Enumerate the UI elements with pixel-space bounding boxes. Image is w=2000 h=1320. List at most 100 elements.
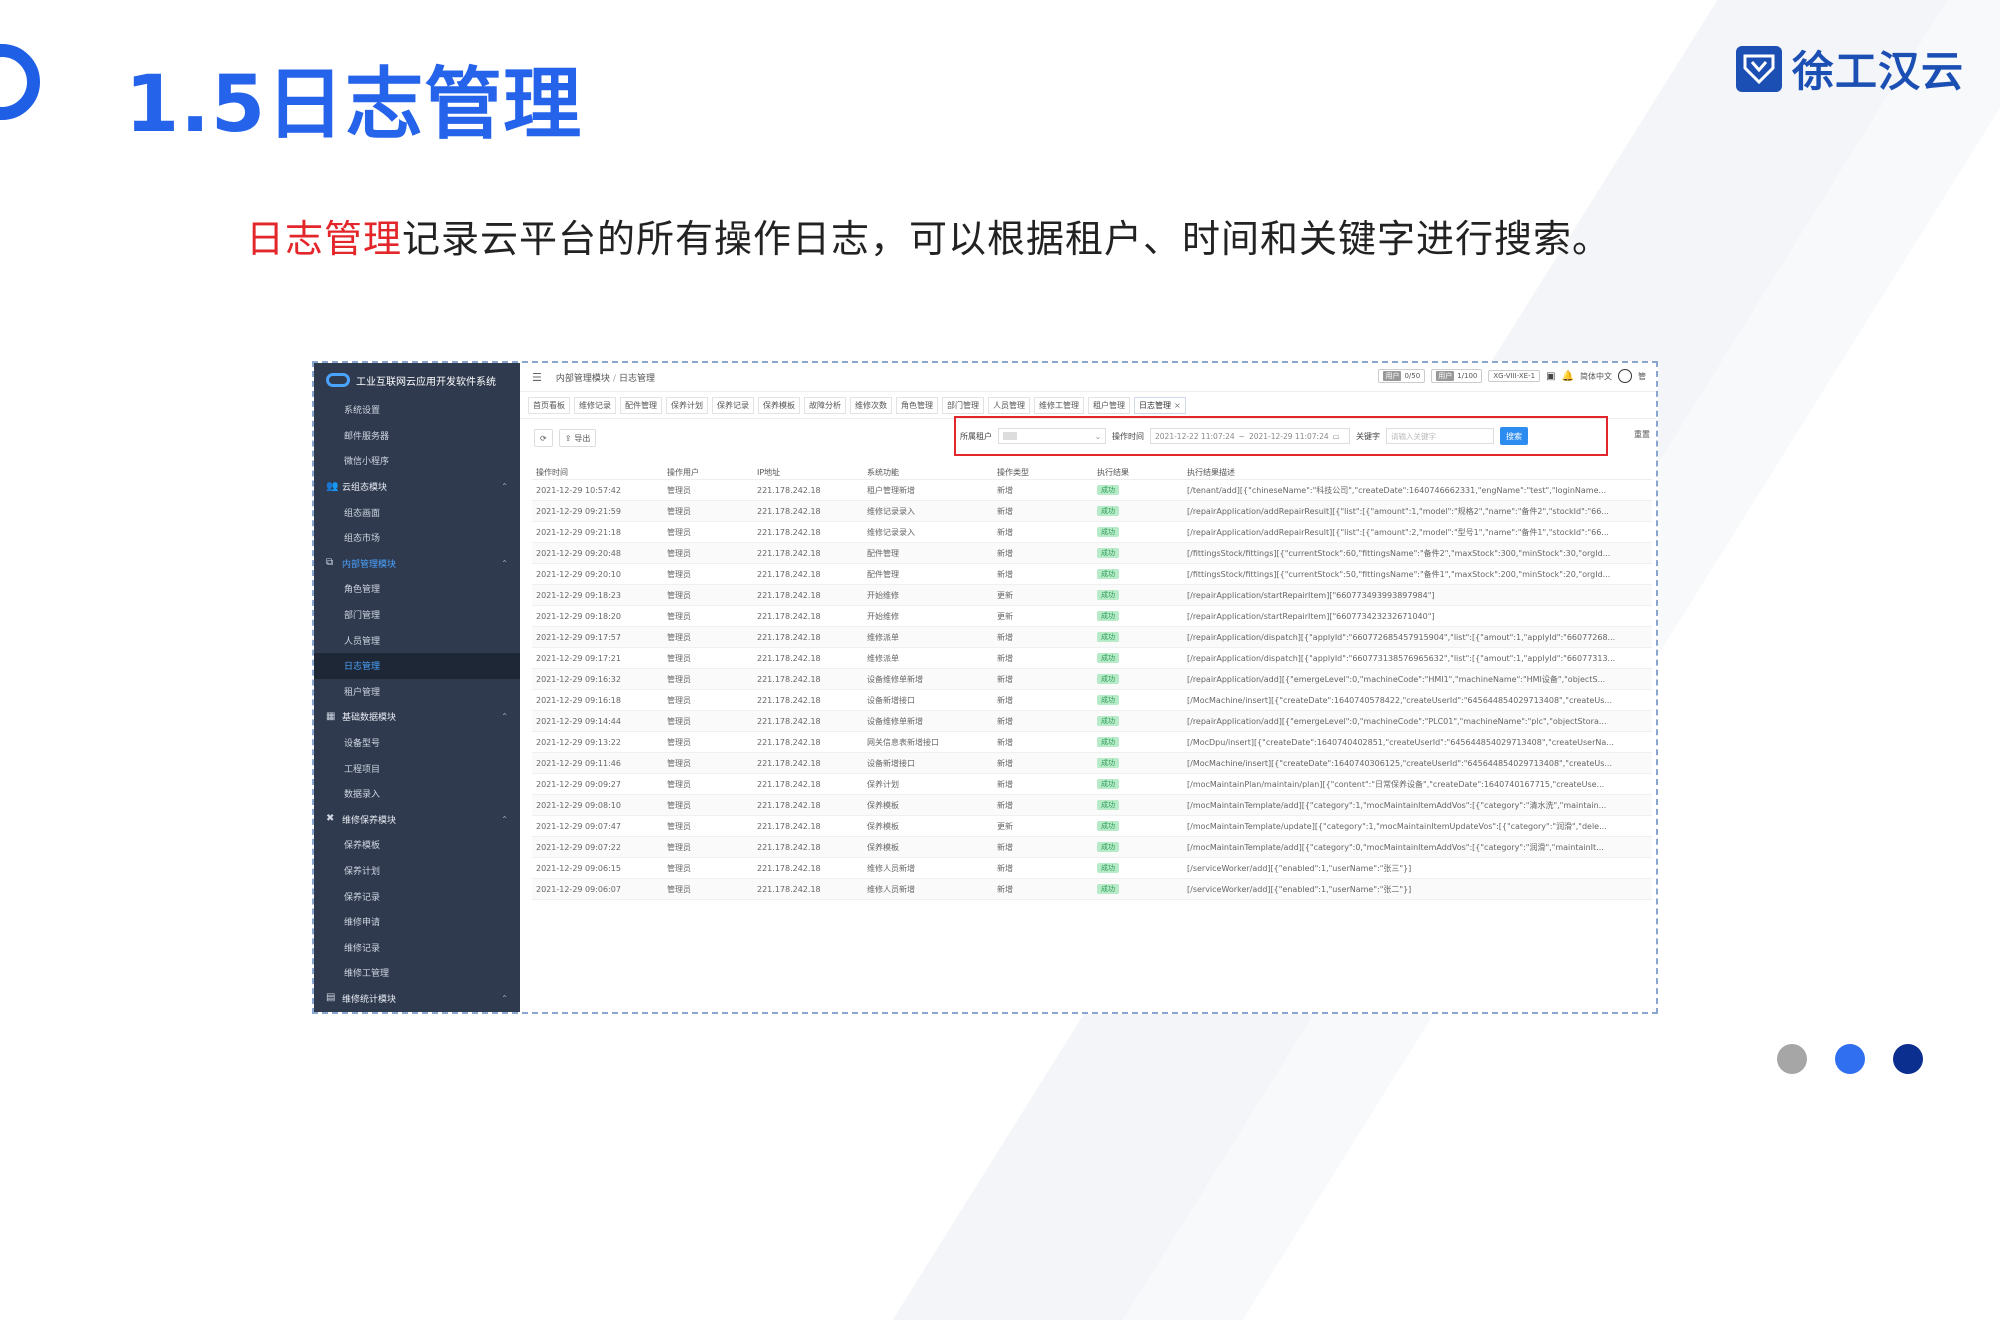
table-cell: 221.178.242.18 bbox=[753, 710, 863, 732]
search-button[interactable]: 搜索 bbox=[1500, 427, 1528, 445]
search-panel: 所属租户 ⌄ 操作时间 2021-12-22 11:07:24 ~2021-12-… bbox=[954, 416, 1608, 456]
table-cell: 2021-12-29 09:21:59 bbox=[532, 500, 663, 522]
table-row[interactable]: 2021-12-29 09:08:10 管理员 221.178.242.18 保养模板… bbox=[532, 794, 1652, 816]
sidebar-item[interactable]: 保养记录 bbox=[314, 883, 520, 909]
sidebar-item[interactable]: 日志管理 bbox=[314, 652, 520, 679]
sidebar-item[interactable]: 数据录入 bbox=[314, 781, 520, 807]
table-row[interactable]: 2021-12-29 09:14:44 管理员 221.178.242.18 设备维修… bbox=[532, 710, 1652, 732]
table-row[interactable]: 2021-12-29 09:13:22 管理员 221.178.242.18 网关信息… bbox=[532, 731, 1652, 753]
table-row[interactable]: 2021-12-29 09:06:07 管理员 221.178.242.18 维修人员… bbox=[532, 878, 1652, 900]
close-icon[interactable]: × bbox=[1174, 401, 1181, 410]
sidebar-item-label: 内部管理模块 bbox=[342, 559, 397, 570]
status-badge: 成功 bbox=[1097, 842, 1119, 852]
table-cell: [/fittingsStock/fittings][{"currentStock… bbox=[1183, 542, 1652, 564]
table-row[interactable]: 2021-12-29 09:07:47 管理员 221.178.242.18 保养模板… bbox=[532, 815, 1652, 837]
tab[interactable]: 日志管理 × bbox=[1134, 396, 1186, 414]
tab[interactable]: 角色管理 bbox=[896, 396, 938, 414]
keyword-input[interactable]: 请输入关键字 bbox=[1386, 428, 1494, 444]
table-row[interactable]: 2021-12-29 09:18:23 管理员 221.178.242.18 开始维修… bbox=[532, 584, 1652, 606]
fullscreen-icon[interactable]: ▣ bbox=[1546, 371, 1555, 382]
device-select[interactable]: XG-VIII-XE-1 bbox=[1488, 370, 1541, 382]
sidebar-item[interactable]: 租户管理 bbox=[314, 679, 520, 705]
calendar-icon: ▭ bbox=[1332, 431, 1340, 441]
tab[interactable]: 保养计划 bbox=[666, 396, 708, 414]
page-dot bbox=[1777, 1044, 1807, 1074]
table-cell: 2021-12-29 09:08:10 bbox=[532, 794, 663, 816]
tab[interactable]: 首页看板 bbox=[528, 396, 570, 414]
sidebar-item[interactable]: 组态画面 bbox=[314, 499, 520, 525]
table-row[interactable]: 2021-12-29 09:16:18 管理员 221.178.242.18 设备新增… bbox=[532, 689, 1652, 711]
sidebar-item[interactable]: 设备型号 bbox=[314, 730, 520, 756]
refresh-button[interactable]: ⟳ bbox=[534, 429, 553, 447]
sidebar-item-label: 云组态模块 bbox=[342, 483, 388, 494]
export-button[interactable]: ⇪ 导出 bbox=[558, 429, 597, 447]
tab[interactable]: 保养记录 bbox=[712, 396, 754, 414]
tab[interactable]: 维修工管理 bbox=[1034, 396, 1084, 414]
table-row[interactable]: 2021-12-29 09:18:20 管理员 221.178.242.18 开始维修… bbox=[532, 605, 1652, 627]
table-cell: 221.178.242.18 bbox=[753, 584, 863, 606]
time-range-picker[interactable]: 2021-12-22 11:07:24 ~2021-12-29 11:07:24 ▭ bbox=[1150, 428, 1350, 444]
table-row[interactable]: 2021-12-29 09:09:27 管理员 221.178.242.18 保养计划… bbox=[532, 773, 1652, 795]
quota-chip: 用户 0/50 bbox=[1378, 369, 1426, 383]
table-cell: 保养模板 bbox=[863, 815, 993, 837]
sidebar-item[interactable]: 保养模板 bbox=[314, 832, 520, 858]
sidebar-item[interactable]: ✖ 维修保养模块 ⌃ bbox=[314, 807, 520, 833]
table-cell: 管理员 bbox=[663, 647, 753, 669]
tab[interactable]: 故障分析 bbox=[804, 396, 846, 414]
language-select[interactable]: 简体中文 bbox=[1580, 371, 1612, 382]
sidebar-item[interactable]: 维修申请 bbox=[314, 909, 520, 935]
tab[interactable]: 配件管理 bbox=[620, 396, 662, 414]
tenant-select[interactable]: ⌄ bbox=[998, 428, 1106, 444]
user-name[interactable]: 管 bbox=[1638, 371, 1646, 382]
topbar-right: 用户 0/50 用户 1/100 XG-VIII-XE-1 ▣ 🔔 简体中文 管 bbox=[1378, 369, 1646, 383]
sidebar-item[interactable]: 微信小程序 bbox=[314, 448, 520, 474]
table-cell: 管理员 bbox=[663, 521, 753, 543]
subtitle-highlight: 日志管理 bbox=[246, 217, 403, 261]
sidebar-item[interactable]: 系统设置 bbox=[314, 397, 520, 423]
tab[interactable]: 人员管理 bbox=[988, 396, 1030, 414]
sidebar-item[interactable]: ▦ 基础数据模块 ⌃ bbox=[314, 704, 520, 730]
bell-icon[interactable]: 🔔 bbox=[1562, 371, 1574, 382]
sidebar-item[interactable]: 维修记录 bbox=[314, 934, 520, 960]
table-row[interactable]: 2021-12-29 09:17:21 管理员 221.178.242.18 维修派单… bbox=[532, 647, 1652, 669]
avatar[interactable] bbox=[1618, 369, 1632, 383]
table-row[interactable]: 2021-12-29 09:20:10 管理员 221.178.242.18 配件管理… bbox=[532, 563, 1652, 585]
sidebar-item[interactable]: 👥 云组态模块 ⌃ bbox=[314, 474, 520, 500]
table-cell: 2021-12-29 09:11:46 bbox=[532, 752, 663, 774]
table-row[interactable]: 2021-12-29 09:07:22 管理员 221.178.242.18 保养模板… bbox=[532, 836, 1652, 858]
table-row[interactable]: 2021-12-29 09:17:57 管理员 221.178.242.18 维修派单… bbox=[532, 626, 1652, 648]
table-row[interactable]: 2021-12-29 09:20:48 管理员 221.178.242.18 配件管理… bbox=[532, 542, 1652, 564]
reset-button[interactable]: 重置 bbox=[1634, 429, 1650, 440]
table-cell: [/MocMachine/insert][{"createDate":16407… bbox=[1183, 689, 1652, 711]
table-row[interactable]: 2021-12-29 09:06:15 管理员 221.178.242.18 维修人员… bbox=[532, 857, 1652, 879]
table-row[interactable]: 2021-12-29 09:16:32 管理员 221.178.242.18 设备维修… bbox=[532, 668, 1652, 690]
sidebar-item[interactable]: ⧉ 内部管理模块 ⌃ bbox=[314, 551, 520, 577]
sidebar-item[interactable]: 角色管理 bbox=[314, 576, 520, 602]
chevron-up-icon: ⌃ bbox=[501, 712, 508, 722]
table-row[interactable]: 2021-12-29 09:21:59 管理员 221.178.242.18 维修记录… bbox=[532, 500, 1652, 522]
sidebar-item[interactable]: 保养计划 bbox=[314, 858, 520, 884]
tab[interactable]: 保养模板 bbox=[758, 396, 800, 414]
tab[interactable]: 维修次数 bbox=[850, 396, 892, 414]
table-cell: 更新 bbox=[993, 605, 1093, 627]
table-toolbar: ⟳ ⇪ 导出 bbox=[534, 429, 597, 447]
tab[interactable]: 维修记录 bbox=[574, 396, 616, 414]
table-row[interactable]: 2021-12-29 10:57:42 管理员 221.178.242.18 租户管理… bbox=[532, 479, 1652, 501]
tab[interactable]: 部门管理 bbox=[942, 396, 984, 414]
table-cell: 221.178.242.18 bbox=[753, 878, 863, 900]
sidebar-item[interactable]: 维修工管理 bbox=[314, 960, 520, 986]
status-badge: 成功 bbox=[1097, 485, 1119, 495]
breadcrumb-item[interactable]: 内部管理模块 bbox=[556, 374, 610, 384]
menu-toggle-icon[interactable]: ☰ bbox=[532, 371, 542, 384]
table-row[interactable]: 2021-12-29 09:21:18 管理员 221.178.242.18 维修记录… bbox=[532, 521, 1652, 543]
sidebar-item[interactable]: 人员管理 bbox=[314, 627, 520, 653]
table-cell: 2021-12-29 09:20:48 bbox=[532, 542, 663, 564]
sidebar-item[interactable]: 邮件服务器 bbox=[314, 423, 520, 449]
sidebar-item[interactable]: 工程项目 bbox=[314, 755, 520, 781]
table-row[interactable]: 2021-12-29 09:11:46 管理员 221.178.242.18 设备新增… bbox=[532, 752, 1652, 774]
tab[interactable]: 租户管理 bbox=[1088, 396, 1130, 414]
sidebar-item[interactable]: 组态市场 bbox=[314, 525, 520, 551]
column-header: IP地址 bbox=[753, 465, 863, 480]
sidebar-item[interactable]: ▤ 维修统计模块 ⌃ bbox=[314, 986, 520, 1012]
sidebar-item[interactable]: 部门管理 bbox=[314, 602, 520, 628]
